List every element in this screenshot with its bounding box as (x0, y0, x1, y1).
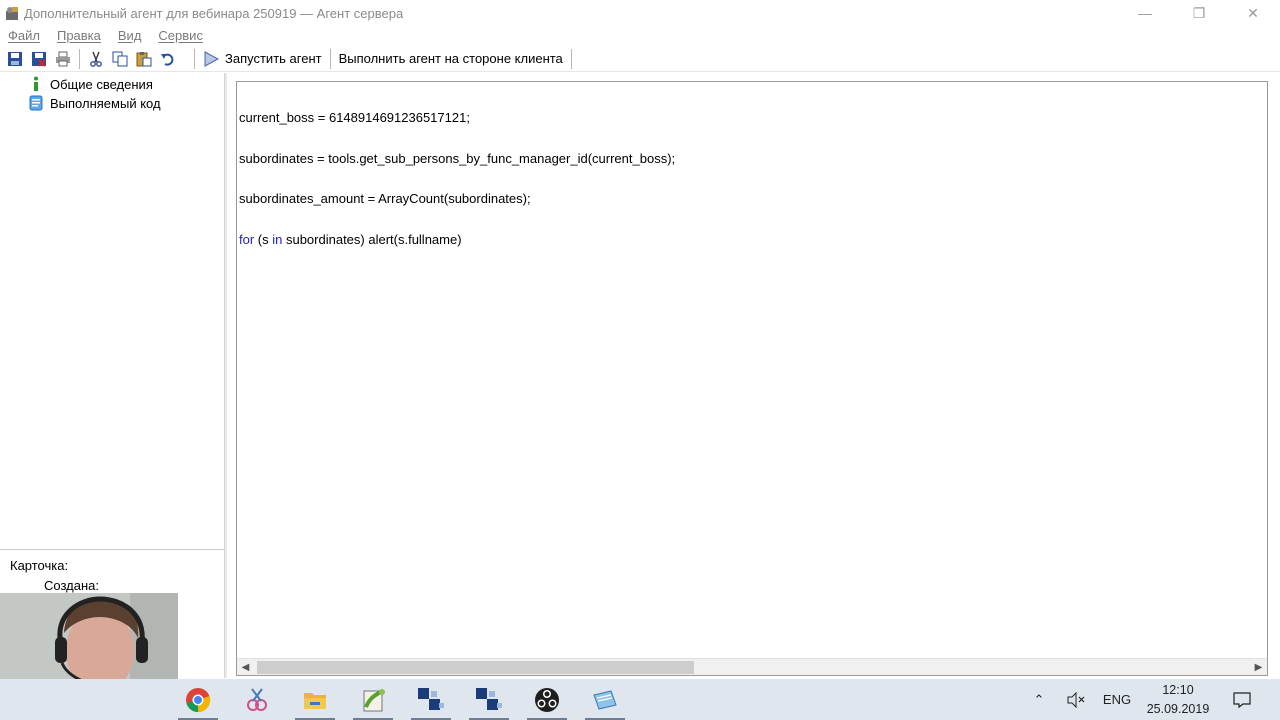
taskbar-notes[interactable] (581, 679, 629, 720)
minimize-icon: — (1138, 5, 1152, 21)
panel-splitter[interactable] (224, 73, 227, 678)
card-label: Карточка: (10, 558, 69, 573)
chrome-icon (186, 687, 211, 712)
notification-icon (1233, 691, 1251, 708)
keyword-for: for (239, 231, 255, 247)
code-line: current_boss = 6148914691236517121; (239, 110, 470, 125)
toolbar-separator (194, 48, 195, 69)
code-line: for (s in subordinates) alert(s.fullname… (239, 231, 675, 247)
taskbar-notepadpp[interactable] (349, 679, 397, 720)
taskbar-snipping[interactable] (233, 679, 281, 720)
code-editor[interactable]: current_boss = 6148914691236517121; subo… (236, 81, 1268, 676)
menu-bar: Файл Правка Вид Сервис (0, 26, 1280, 45)
toolbar-separator (79, 48, 80, 69)
notes-icon (593, 689, 617, 710)
app-blue-icon-1 (418, 687, 444, 710)
cut-button[interactable] (84, 48, 108, 70)
tray-expand-button[interactable]: ⌃ (1028, 679, 1050, 720)
scroll-right-icon[interactable]: ▶ (1250, 659, 1267, 676)
tree-item-executable-code[interactable]: Выполняемый код (28, 94, 161, 112)
copy-button[interactable] (108, 48, 132, 70)
close-button[interactable]: ✕ (1226, 0, 1280, 26)
tree-item-label: Общие сведения (50, 76, 153, 92)
window-title: Дополнительный агент для вебинара 250919… (24, 5, 404, 21)
app-icon (6, 7, 18, 20)
print-icon (56, 51, 70, 66)
save-icon (8, 51, 22, 66)
notepadpp-icon (363, 688, 385, 711)
undo-button[interactable] (156, 48, 180, 70)
horizontal-scrollbar[interactable]: ◀ ▶ (237, 658, 1267, 675)
title-bar: Дополнительный агент для вебинара 250919… (0, 0, 1280, 26)
tray-language-button[interactable]: ENG (1098, 679, 1136, 720)
explorer-icon (304, 692, 326, 709)
save-close-icon (32, 51, 46, 67)
taskbar-app-2[interactable] (465, 679, 513, 720)
minimize-button[interactable]: — (1118, 0, 1172, 26)
undo-icon (161, 53, 174, 66)
app-blue-icon-2 (476, 687, 502, 710)
code-fragment: subordinates) alert(s.fullname) (282, 231, 462, 247)
scroll-left-icon[interactable]: ◀ (237, 659, 254, 676)
clock-time: 12:10 (1162, 682, 1194, 697)
taskbar-chrome[interactable] (174, 679, 222, 720)
obs-icon (535, 687, 559, 712)
menu-service[interactable]: Сервис (158, 28, 203, 43)
left-panel: Общие сведения Выполняемый код Карточка:… (0, 73, 224, 678)
run-agent-button[interactable]: Запустить агент (199, 48, 330, 70)
info-icon (28, 76, 44, 92)
chevron-up-icon: ⌃ (1033, 691, 1045, 707)
paste-button[interactable] (132, 48, 156, 70)
volume-muted-icon (1067, 691, 1085, 708)
tree-item-label: Выполняемый код (50, 95, 161, 111)
copy-icon (112, 51, 128, 66)
run-agent-label: Запустить агент (225, 51, 322, 66)
toolbar-separator (570, 48, 572, 69)
code-fragment: (s (254, 231, 273, 247)
scissors-icon (90, 51, 102, 67)
created-label: Создана: (44, 578, 99, 593)
taskbar-app-1[interactable] (407, 679, 455, 720)
taskbar-obs[interactable] (523, 679, 571, 720)
close-icon: ✕ (1247, 4, 1259, 21)
paste-icon (136, 51, 152, 66)
menu-view[interactable]: Вид (118, 28, 142, 43)
toolbar: Запустить агент Выполнить агент на сторо… (0, 46, 1280, 72)
tray-clock[interactable]: 12:10 25.09.2019 (1140, 679, 1216, 720)
menu-file[interactable]: Файл (8, 28, 40, 43)
notifications-button[interactable] (1228, 679, 1256, 720)
run-client-side-button[interactable]: Выполнить агент на стороне клиента (331, 48, 571, 70)
restore-icon: ❐ (1192, 4, 1206, 21)
code-page-icon (28, 95, 44, 111)
print-button[interactable] (51, 48, 75, 70)
restore-button[interactable]: ❐ (1172, 0, 1226, 26)
keyword-in: in (272, 231, 283, 247)
tree-item-general-info[interactable]: Общие сведения (28, 75, 153, 93)
clock-date: 25.09.2019 (1146, 701, 1210, 716)
snipping-icon (247, 687, 267, 711)
panel-divider (0, 549, 224, 550)
run-client-side-label: Выполнить агент на стороне клиента (338, 51, 563, 66)
tray-volume-button[interactable] (1062, 679, 1090, 720)
save-button[interactable] (3, 48, 27, 70)
code-line: subordinates_amount = ArrayCount(subordi… (239, 191, 531, 206)
code-line: subordinates = tools.get_sub_persons_by_… (239, 150, 676, 166)
menu-edit[interactable]: Правка (57, 28, 101, 43)
taskbar-explorer[interactable] (291, 679, 339, 720)
code-content[interactable]: current_boss = 6148914691236517121; subo… (239, 84, 675, 273)
save-close-button[interactable] (27, 48, 51, 70)
scrollbar-thumb[interactable] (257, 661, 694, 674)
play-icon (204, 50, 219, 67)
taskbar: ⌃ ENG 12:10 25.09.2019 (0, 679, 1280, 720)
